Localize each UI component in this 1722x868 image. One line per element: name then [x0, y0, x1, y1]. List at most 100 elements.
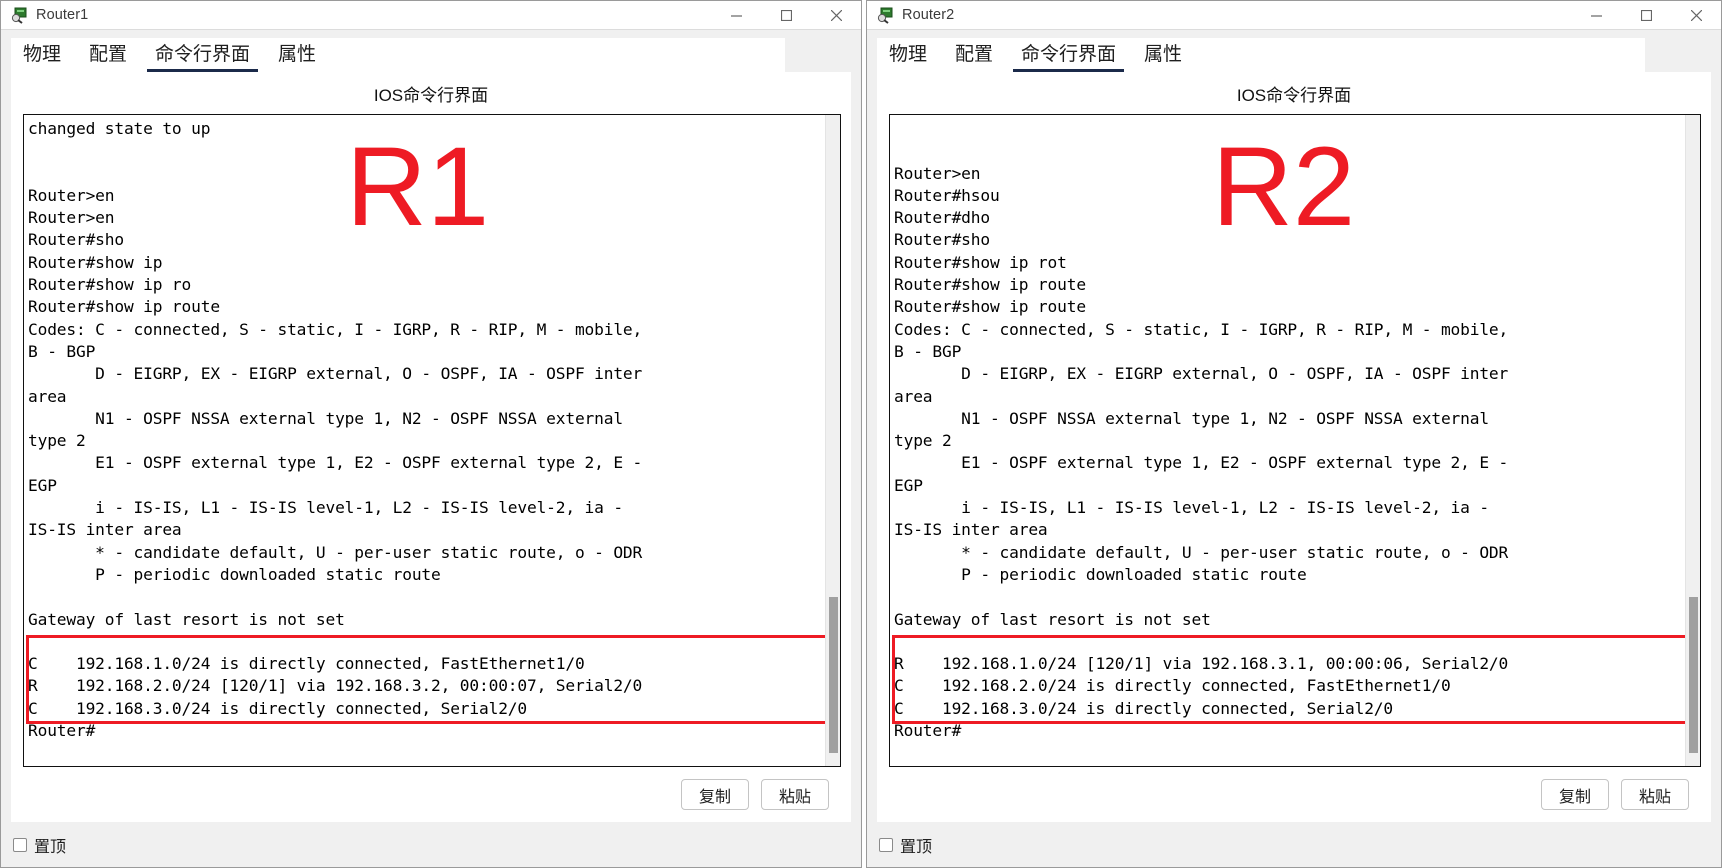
terminal-scrollbar[interactable]	[1685, 115, 1700, 766]
minimize-button[interactable]	[1571, 1, 1621, 30]
minimize-button[interactable]	[711, 1, 761, 30]
terminal-line: Router#hsou	[894, 185, 1000, 205]
always-on-top-label: 置顶	[34, 838, 67, 856]
packet-tracer-router-icon	[11, 7, 28, 24]
terminal-line: IS-IS inter area	[894, 520, 1048, 540]
always-on-top-checkbox-wrap[interactable]: 置顶	[879, 833, 932, 857]
window-body-router1: 物理 配置 命令行界面 属性 IOS命令行界面 changed state to…	[1, 30, 861, 867]
terminal-line: C 192.168.2.0/24 is directly connected, …	[894, 676, 1451, 696]
terminal-line: R 192.168.2.0/24 [120/1] via 192.168.3.2…	[28, 676, 643, 696]
terminal-line: type 2	[28, 431, 86, 451]
tab-cli[interactable]: 命令行界面	[143, 40, 262, 72]
always-on-top-checkbox[interactable]	[13, 837, 27, 852]
tab-attributes[interactable]: 属性	[266, 40, 328, 72]
terminal-line: type 2	[894, 431, 952, 451]
terminal-output-router2[interactable]: Router>en Router#hsou Router#dho Router#sho…	[890, 115, 1685, 766]
terminal-line: C 192.168.1.0/24 is directly connected, …	[28, 654, 585, 674]
terminal-line: Router#dho	[894, 208, 990, 228]
window-controls	[1571, 1, 1721, 30]
terminal-line: D - EIGRP, EX - EIGRP external, O - OSPF…	[28, 364, 643, 384]
terminal-line: Router#sho	[894, 230, 990, 250]
tab-physical[interactable]: 物理	[11, 40, 73, 72]
always-on-top-checkbox[interactable]	[879, 837, 893, 852]
terminal-scrollbar[interactable]	[825, 115, 840, 766]
terminal-line: B - BGP	[28, 341, 96, 361]
window-controls	[711, 1, 861, 30]
desktop: Router1 物理 配置 命令行界面 属性 IOS命令行界面 changed …	[0, 0, 1722, 868]
tabstrip-router1: 物理 配置 命令行界面 属性	[11, 38, 785, 72]
paste-button[interactable]: 粘贴	[761, 779, 829, 810]
terminal-line: Codes: C - connected, S - static, I - IG…	[894, 319, 1509, 339]
terminal-line: Codes: C - connected, S - static, I - IG…	[28, 319, 643, 339]
footer-router2: 置顶	[867, 822, 1721, 867]
titlebar-router2[interactable]: Router2	[867, 1, 1721, 30]
copy-button[interactable]: 复制	[681, 779, 749, 810]
close-button[interactable]	[1671, 1, 1721, 30]
copy-button[interactable]: 复制	[1541, 779, 1609, 810]
terminal-line: N1 - OSPF NSSA external type 1, N2 - OSP…	[894, 408, 1489, 428]
terminal-line: Router>en	[28, 185, 115, 205]
terminal-line: EGP	[28, 475, 57, 495]
terminal-line: IS-IS inter area	[28, 520, 182, 540]
terminal-line: changed state to up	[28, 119, 211, 138]
window-router1: Router1 物理 配置 命令行界面 属性 IOS命令行界面 changed …	[0, 0, 862, 868]
terminal-line: B - BGP	[894, 341, 962, 361]
terminal-line: P - periodic downloaded static route	[894, 564, 1307, 584]
terminal-line: Router#sho	[28, 230, 124, 250]
footer-router1: 置顶	[1, 822, 861, 867]
terminal-line: Gateway of last resort is not set	[894, 609, 1211, 629]
terminal-line: Gateway of last resort is not set	[28, 609, 345, 629]
tab-attributes[interactable]: 属性	[1132, 40, 1194, 72]
terminal-line: C 192.168.3.0/24 is directly connected, …	[894, 698, 1393, 718]
terminal-line: area	[28, 386, 67, 406]
titlebar-router1[interactable]: Router1	[1, 1, 861, 30]
terminal-line: Router#show ip rot	[894, 252, 1067, 272]
terminal-wrap-router1: changed state to up Router>en Router>en Ro…	[23, 114, 841, 767]
terminal-button-row-router1: 复制 粘贴	[11, 767, 851, 822]
terminal-line: R 192.168.1.0/24 [120/1] via 192.168.3.1…	[894, 654, 1509, 674]
terminal-line: Router#	[894, 721, 962, 741]
terminal-line: Router#show ip route	[28, 297, 220, 317]
terminal-line: * - candidate default, U - per-user stat…	[28, 542, 643, 562]
terminal-line: P - periodic downloaded static route	[28, 564, 441, 584]
tab-cli[interactable]: 命令行界面	[1009, 40, 1128, 72]
always-on-top-checkbox-wrap[interactable]: 置顶	[13, 833, 66, 857]
always-on-top-label: 置顶	[900, 838, 933, 856]
close-button[interactable]	[811, 1, 861, 30]
tab-config[interactable]: 配置	[943, 40, 1005, 72]
terminal-line: i - IS-IS, L1 - IS-IS level-1, L2 - IS-I…	[28, 498, 623, 518]
terminal-line: C 192.168.3.0/24 is directly connected, …	[28, 698, 527, 718]
terminal-scrollbar-thumb[interactable]	[1689, 596, 1698, 753]
terminal-scrollbar-thumb[interactable]	[829, 596, 838, 753]
tab-config[interactable]: 配置	[77, 40, 139, 72]
tab-physical[interactable]: 物理	[877, 40, 939, 72]
terminal-output-router1[interactable]: changed state to up Router>en Router>en Ro…	[24, 115, 825, 766]
terminal-line: E1 - OSPF external type 1, E2 - OSPF ext…	[894, 453, 1509, 473]
panel-title: IOS命令行界面	[373, 86, 489, 105]
terminal-line: Router#show ip route	[894, 275, 1086, 295]
terminal-line: * - candidate default, U - per-user stat…	[894, 542, 1509, 562]
terminal-wrap-router2: Router>en Router#hsou Router#dho Router#sho…	[889, 114, 1701, 767]
terminal-line: N1 - OSPF NSSA external type 1, N2 - OSP…	[28, 408, 623, 428]
maximize-button[interactable]	[761, 1, 811, 30]
cli-panel-router2: IOS命令行界面 Router>en Router#hsou Router#dho R…	[877, 72, 1711, 822]
window-body-router2: 物理 配置 命令行界面 属性 IOS命令行界面 Router>en Router#…	[867, 30, 1721, 867]
maximize-button[interactable]	[1621, 1, 1671, 30]
terminal-line: Router#	[28, 721, 96, 741]
terminal-line: area	[894, 386, 933, 406]
paste-button[interactable]: 粘贴	[1621, 779, 1689, 810]
terminal-line: EGP	[894, 475, 923, 495]
window-title: Router2	[902, 7, 955, 23]
window-title: Router1	[36, 7, 89, 23]
panel-title: IOS命令行界面	[1236, 86, 1352, 105]
terminal-line: Router>en	[894, 163, 981, 183]
terminal-line: Router#show ip ro	[28, 275, 192, 295]
packet-tracer-router-icon	[877, 7, 894, 24]
